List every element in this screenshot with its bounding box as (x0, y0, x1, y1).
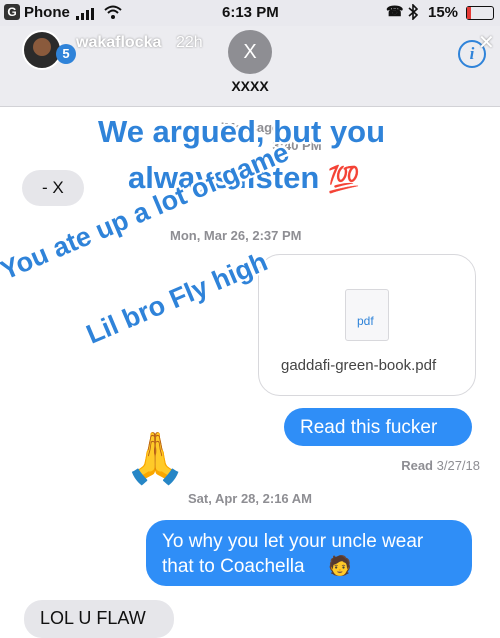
incoming-message-1[interactable]: - X (22, 170, 84, 206)
attachment-card[interactable]: pdf gaddafi-green-book.pdf (258, 254, 476, 396)
bluetooth-icon (408, 4, 418, 20)
close-story-icon[interactable]: ✕ (478, 30, 495, 55)
status-bar: G Phone 6:13 PM ☎ 15% (0, 0, 500, 26)
praying-hands-emoji[interactable]: 🙏 (124, 428, 186, 488)
signal-icon (76, 8, 94, 20)
clock: 6:13 PM (222, 4, 279, 21)
battery-percent: 15% (428, 4, 459, 21)
story-age: 22h (176, 34, 203, 51)
conversation-header: 5 wakaflocka 22h X XXXX i ✕ (0, 26, 500, 107)
read-receipt: Read 3/27/18 (401, 458, 480, 473)
incoming-message-last[interactable]: LOL U FLAW (24, 600, 174, 638)
contact-name[interactable]: XXXX (226, 78, 274, 94)
document-icon: pdf (345, 289, 389, 341)
story-username[interactable]: wakaflocka (76, 34, 161, 52)
contact-avatar[interactable]: X (228, 30, 272, 74)
overlay-line-1: We argued, but you (98, 114, 386, 149)
alarm-icon: ☎ (386, 3, 404, 19)
google-g-icon: G (4, 4, 20, 20)
battery-icon (466, 6, 494, 20)
carrier-label: Phone (24, 4, 70, 21)
outgoing-message-1[interactable]: Read this fucker (284, 408, 472, 446)
wifi-icon (104, 5, 122, 19)
person-emoji: 🧑 (328, 556, 352, 577)
date-separator-1: Mon, Mar 26, 2:37 PM (170, 228, 302, 243)
hundred-emoji: 💯 (327, 164, 361, 194)
overlay-diagonal-2: Lil bro Fly high (82, 246, 272, 350)
attachment-filename: gaddafi-green-book.pdf (281, 357, 437, 374)
story-count-badge: 5 (56, 44, 76, 64)
date-separator-2: Sat, Apr 28, 2:16 AM (187, 491, 313, 506)
outgoing-message-2[interactable]: Yo why you let your uncle wear that to C… (146, 520, 472, 586)
